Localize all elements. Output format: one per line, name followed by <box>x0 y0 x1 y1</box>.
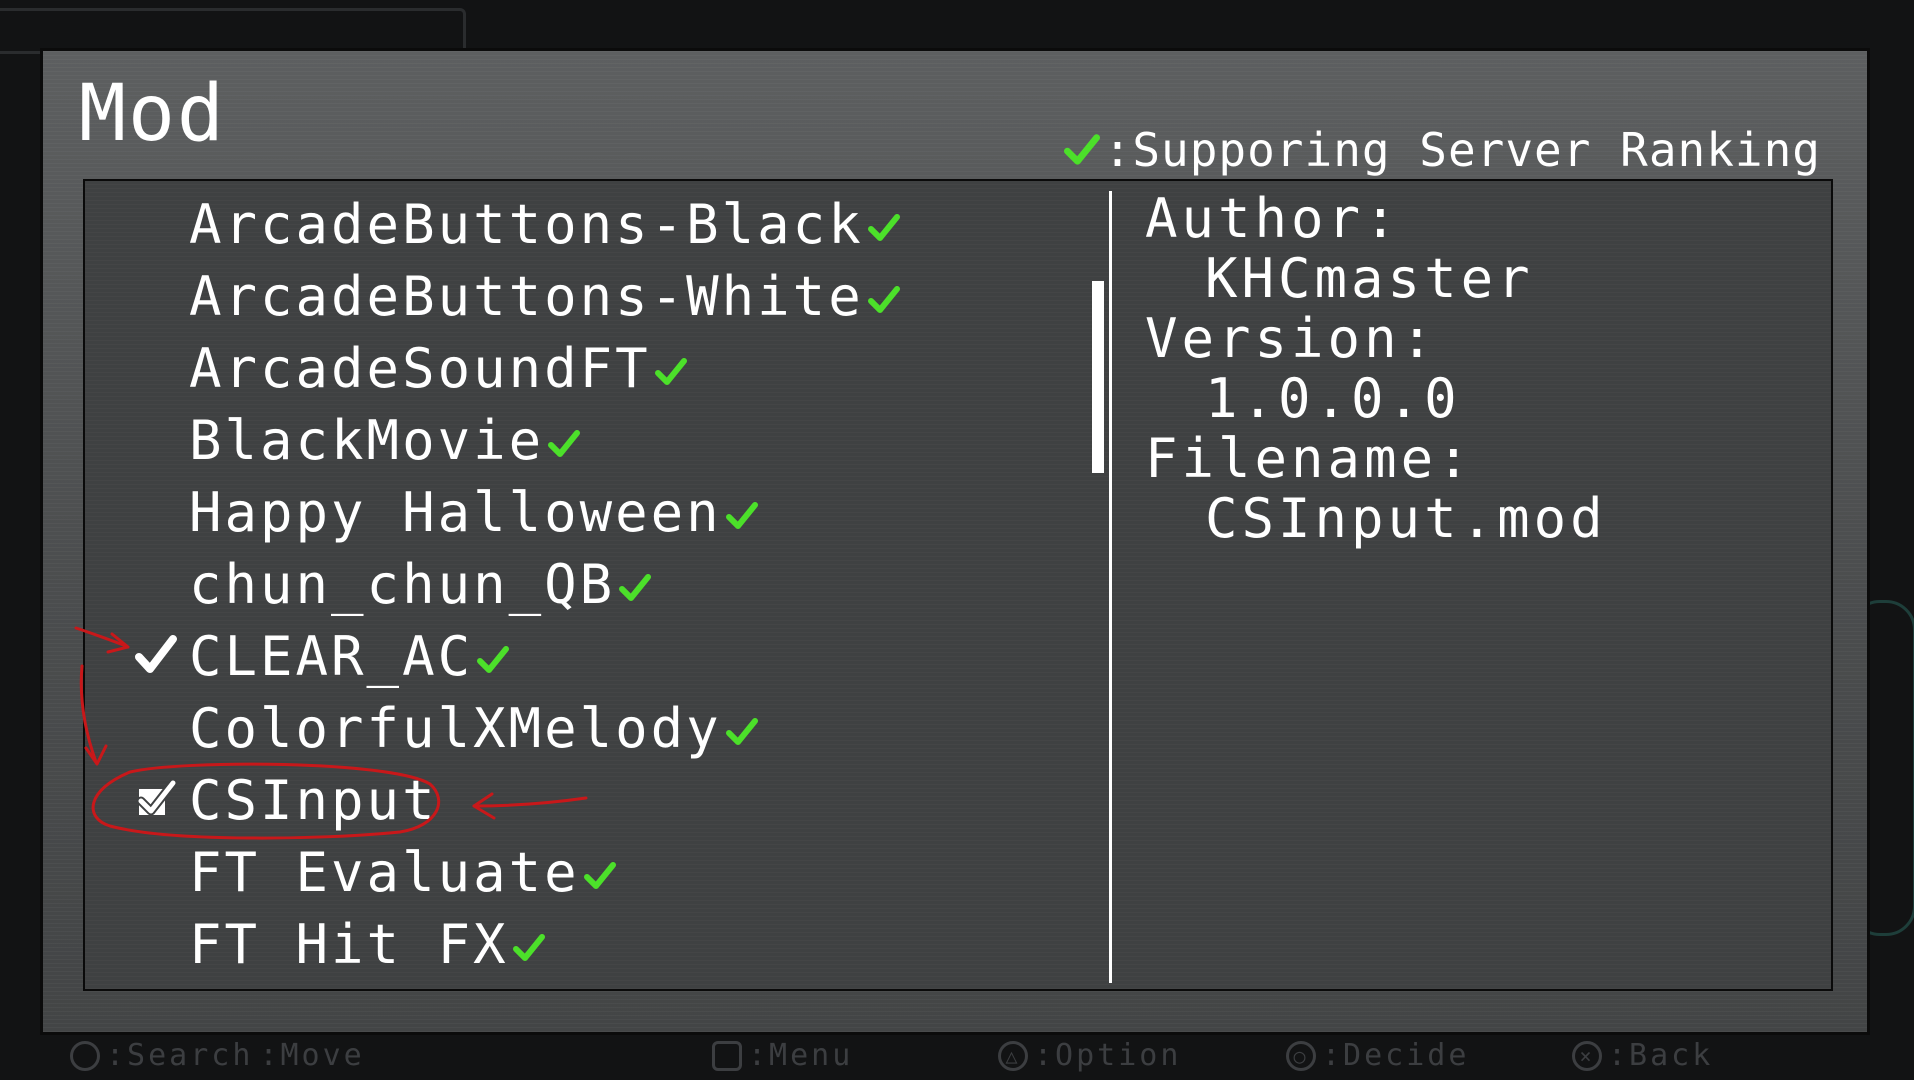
ranking-check-icon <box>867 286 900 314</box>
mod-name-text: FT Hit FX <box>189 913 509 976</box>
version-value: 1.0.0.0 <box>1205 367 1461 430</box>
ranking-check-icon <box>619 574 652 602</box>
dialog-title: Mod <box>79 69 226 159</box>
mod-list-item[interactable]: ArcadeSoundFT <box>85 333 1085 405</box>
mod-name-text: ArcadeButtons-Black <box>189 193 864 256</box>
mod-list-item[interactable]: chun_chun_QB <box>85 549 1085 621</box>
cross-button-icon: × <box>1572 1040 1602 1071</box>
mod-list-item[interactable]: FT Evaluate <box>85 837 1085 909</box>
panel-divider <box>1109 191 1112 983</box>
mod-list-item[interactable]: ArcadeButtons-White <box>85 261 1085 333</box>
mod-list-item[interactable]: Happy Halloween <box>85 477 1085 549</box>
mod-name-text: FT Evaluate <box>189 841 580 904</box>
author-label: Author: <box>1145 187 1401 250</box>
ranking-check-icon <box>477 646 510 674</box>
mod-list[interactable]: ArcadeButtons-Black ArcadeButtons-White Ar… <box>85 181 1085 993</box>
triangle-button-icon: △ <box>998 1040 1028 1071</box>
mod-dialog: Mod :Supporing Server Ranking ArcadeButt… <box>40 48 1870 1035</box>
footer-hint-label: :Option <box>1034 1038 1182 1073</box>
mod-name: Happy Halloween <box>189 485 758 541</box>
mod-name-text: CSInput <box>189 769 438 832</box>
mod-list-item[interactable]: CLEAR_AC <box>85 621 1085 693</box>
footer-hint-menu: :Menu <box>712 1038 853 1073</box>
mod-name-text: chun_chun_QB <box>189 553 616 616</box>
filename-label: Filename: <box>1145 427 1474 490</box>
mod-list-item[interactable]: ColorfulXMelody <box>85 693 1085 765</box>
mod-name-text: ArcadeButtons-White <box>189 265 864 328</box>
mod-name: FT Evaluate <box>189 845 616 901</box>
mod-name: ColorfulXMelody <box>189 701 758 757</box>
mod-panel: ArcadeButtons-Black ArcadeButtons-White Ar… <box>83 179 1833 991</box>
mod-name: CLEAR_AC <box>189 629 510 685</box>
footer-hint-label: :Search <box>106 1038 254 1073</box>
filename-value: CSInput.mod <box>1205 487 1607 550</box>
ranking-check-icon <box>725 502 758 530</box>
mod-name-text: ArcadeSoundFT <box>189 337 651 400</box>
footer-hint-label: :Move <box>259 1038 365 1073</box>
legend-label: :Supporing Server Ranking <box>1103 123 1821 177</box>
mod-name: ArcadeSoundFT <box>189 341 687 397</box>
footer-hint-label: :Back <box>1608 1038 1714 1073</box>
footer-hint-search: :Search :Move <box>70 1038 365 1073</box>
footer-hint-decide: ○ :Decide <box>1286 1038 1469 1073</box>
mod-list-item[interactable]: ArcadeButtons-Black <box>85 189 1085 261</box>
mod-name: chun_chun_QB <box>189 557 652 613</box>
ranking-check-icon <box>512 934 545 962</box>
author-value: KHCmaster <box>1205 247 1534 310</box>
mod-name: FT Hit FX <box>189 917 545 973</box>
footer-hint-label: :Decide <box>1322 1038 1470 1073</box>
footer-hint-label: :Menu <box>748 1038 854 1073</box>
ranking-check-icon <box>654 358 687 386</box>
green-check-icon <box>1063 134 1100 165</box>
square-button-icon <box>712 1040 742 1071</box>
mod-name-text: ColorfulXMelody <box>189 697 722 760</box>
footer-hint-back: × :Back <box>1572 1038 1713 1073</box>
enabled-check-icon[interactable] <box>133 633 179 679</box>
footer-hint-option: △ :Option <box>998 1038 1181 1073</box>
mod-name-text: Happy Halloween <box>189 481 722 544</box>
mod-list-item[interactable]: BlackMovie <box>85 405 1085 477</box>
ranking-check-icon <box>725 718 758 746</box>
mod-details: Author: KHCmaster Version: 1.0.0.0 Filen… <box>1145 181 1825 993</box>
circle-button-icon: ○ <box>1286 1040 1316 1071</box>
scrollbar-thumb[interactable] <box>1092 281 1104 473</box>
footer-hints: :Search :Move :Menu △ :Option ○ :Decide … <box>0 1030 1914 1080</box>
ranking-check-icon <box>548 430 581 458</box>
checked-box-icon[interactable] <box>133 777 179 823</box>
mod-name: ArcadeButtons-Black <box>189 197 900 253</box>
ranking-legend: :Supporing Server Ranking <box>1063 123 1821 177</box>
ranking-check-icon <box>583 862 616 890</box>
ranking-check-icon <box>867 214 900 242</box>
mod-name-text: BlackMovie <box>189 409 545 472</box>
mod-list-item[interactable]: FT Hit FX <box>85 909 1085 981</box>
mod-list-item[interactable]: CSInput <box>85 765 1085 837</box>
mod-name: ArcadeButtons-White <box>189 269 900 325</box>
stick-icon <box>70 1040 100 1071</box>
version-label: Version: <box>1145 307 1438 370</box>
mod-name: CSInput <box>189 773 438 829</box>
mod-name: BlackMovie <box>189 413 581 469</box>
mod-name-text: CLEAR_AC <box>189 625 474 688</box>
